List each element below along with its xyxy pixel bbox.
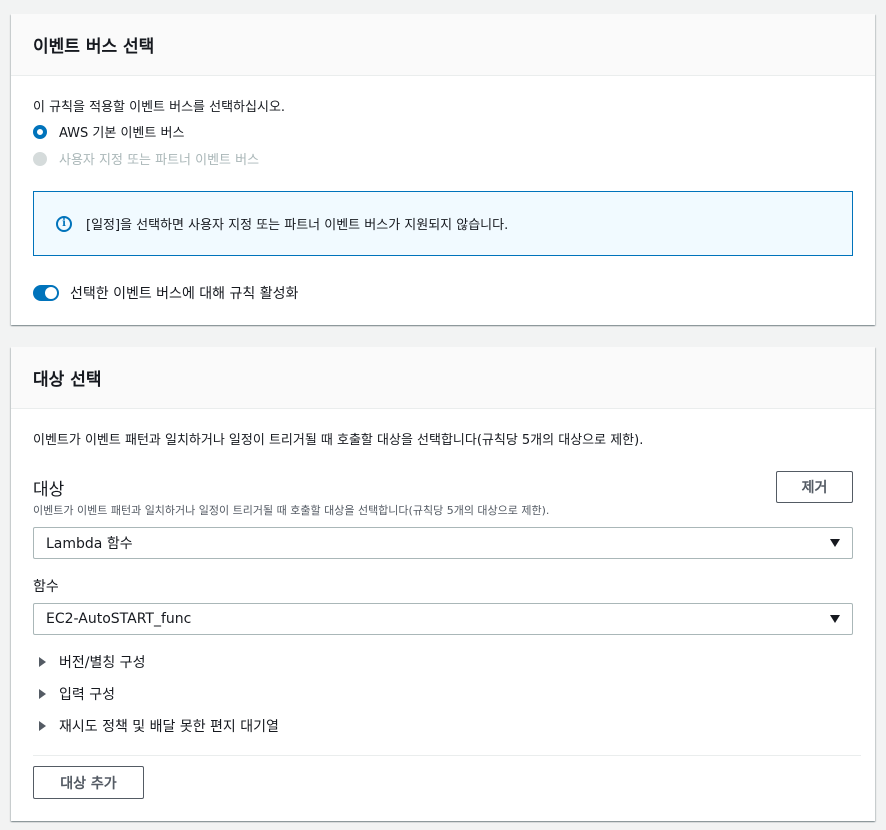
enable-rule-toggle-label: 선택한 이벤트 버스에 대해 규칙 활성화 [70,286,299,302]
caret-right-icon [39,689,46,699]
divider [33,755,861,756]
chevron-down-icon [830,539,840,547]
target-header: 대상 선택 [11,347,875,409]
remove-target-button[interactable]: 제거 [776,471,853,503]
info-alert: i [일정]을 선택하면 사용자 지정 또는 파트너 이벤트 버스가 지원되지 … [33,191,853,256]
enable-rule-toggle-row[interactable]: 선택한 이벤트 버스에 대해 규칙 활성화 [33,283,298,303]
radio-aws-default-bus[interactable]: AWS 기본 이벤트 버스 [33,122,184,141]
toggle-knob [45,287,57,299]
radio-label-custom-partner-bus: 사용자 지정 또는 파트너 이벤트 버스 [59,153,260,168]
target-type-select[interactable]: Lambda 함수 [33,527,853,559]
event-bus-header: 이벤트 버스 선택 [11,14,875,76]
enable-rule-toggle[interactable] [33,285,59,301]
expander-label: 입력 구성 [59,687,115,703]
function-value: EC2-AutoSTART_func [46,611,192,627]
caret-right-icon [39,657,46,667]
expander-version-alias[interactable]: 버전/별칭 구성 [39,652,145,672]
event-bus-description: 이 규칙을 적용할 이벤트 버스를 선택하십시오. [33,100,286,115]
info-alert-text: [일정]을 선택하면 사용자 지정 또는 파트너 이벤트 버스가 지원되지 않습… [86,218,509,233]
add-target-button[interactable]: 대상 추가 [33,766,144,799]
expander-label: 버전/별칭 구성 [59,655,146,671]
event-bus-panel: 이벤트 버스 선택 이 규칙을 적용할 이벤트 버스를 선택하십시오. AWS … [11,14,875,325]
chevron-down-icon [830,615,840,623]
target-field-label: 대상 [33,480,65,500]
radio-custom-partner-bus: 사용자 지정 또는 파트너 이벤트 버스 [33,149,259,168]
radio-checked-icon[interactable] [33,124,47,139]
function-field-label: 함수 [33,579,59,595]
function-select[interactable]: EC2-AutoSTART_func [33,603,853,635]
target-title: 대상 선택 [33,370,102,390]
radio-label-aws-default-bus: AWS 기본 이벤트 버스 [59,126,185,141]
radio-disabled-icon [33,151,47,166]
expander-label: 재시도 정책 및 배달 못한 편지 대기열 [59,719,279,735]
event-bus-title: 이벤트 버스 선택 [33,37,155,57]
target-type-value: Lambda 함수 [46,536,133,552]
expander-retry-dlq[interactable]: 재시도 정책 및 배달 못한 편지 대기열 [39,716,279,736]
target-description: 이벤트가 이벤트 패턴과 일치하거나 일정이 트리거될 때 호출할 대상을 선택… [33,433,644,448]
info-icon: i [56,215,72,232]
caret-right-icon [39,721,46,731]
target-panel: 대상 선택 이벤트가 이벤트 패턴과 일치하거나 일정이 트리거될 때 호출할 … [11,347,875,821]
target-field-sublabel: 이벤트가 이벤트 패턴과 일치하거나 일정이 트리거될 때 호출할 대상을 선택… [33,504,550,517]
expander-input-config[interactable]: 입력 구성 [39,684,115,704]
